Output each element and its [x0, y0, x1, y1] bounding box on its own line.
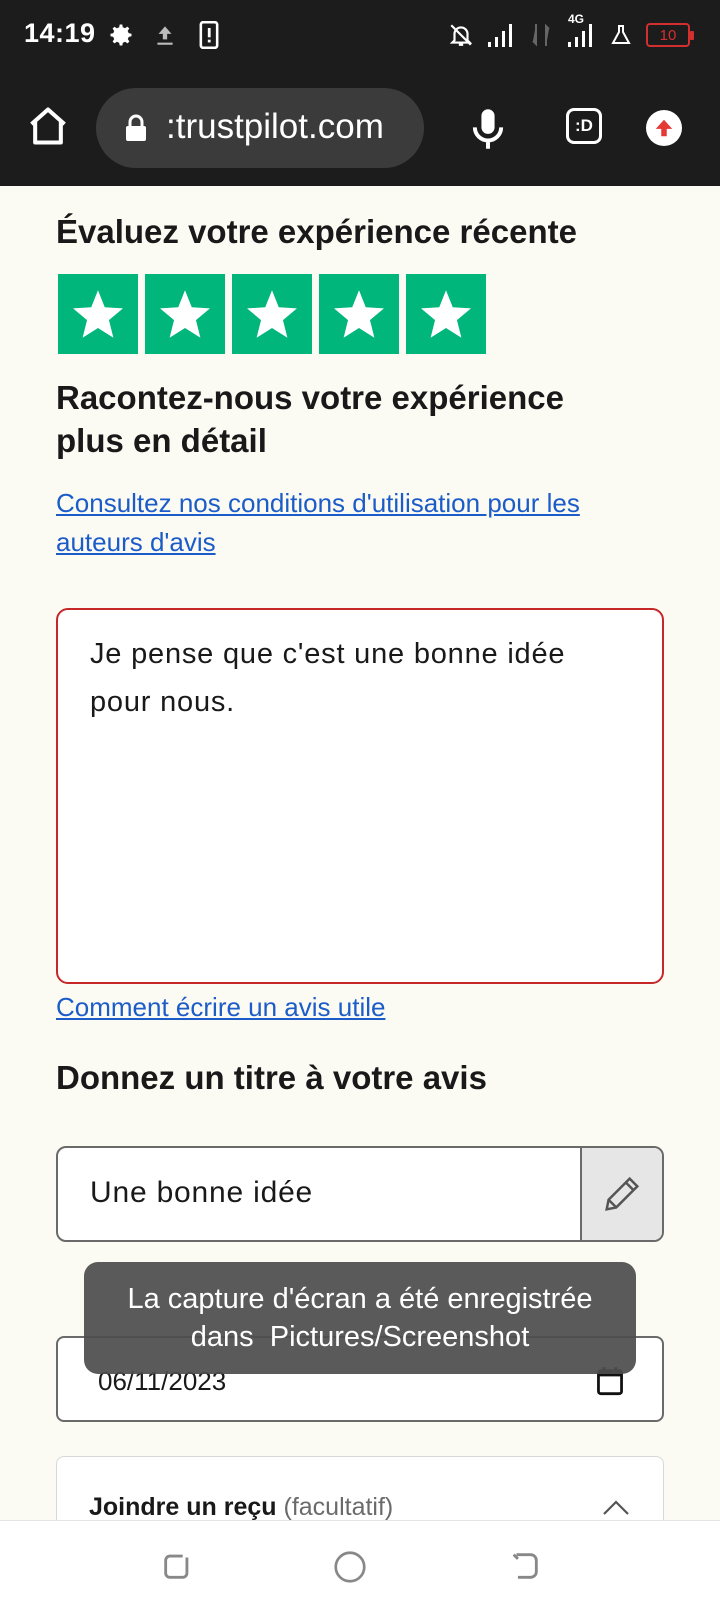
star-rating[interactable] [58, 274, 486, 354]
bell-off-icon [446, 20, 476, 50]
receipt-optional: (facultatif) [283, 1493, 394, 1520]
screenshot-toast: La capture d'écran a été enregistrée dan… [84, 1262, 636, 1374]
star-4[interactable] [319, 274, 399, 354]
receipt-section[interactable]: Joindre un reçu (facultatif) [56, 1456, 664, 1520]
terms-link[interactable]: Consultez nos conditions d'utilisation p… [56, 484, 580, 562]
url-bar[interactable]: :trustpilot.com [96, 88, 424, 168]
star-icon [160, 290, 210, 338]
detail-heading-line1: Racontez-nous votre expérience [56, 379, 564, 416]
home-icon[interactable] [26, 104, 70, 148]
upload-arrow-icon[interactable] [646, 110, 682, 146]
battery-indicator: 10 [646, 23, 694, 47]
status-time: 14:19 [24, 18, 96, 48]
extension-button[interactable]: :D [566, 108, 602, 144]
review-textarea[interactable]: Je pense que c'est une bonne idée pour n… [56, 608, 664, 984]
gear-icon [106, 20, 136, 50]
star-2[interactable] [145, 274, 225, 354]
star-icon [73, 290, 123, 338]
pencil-icon[interactable] [580, 1148, 662, 1240]
4g-signal-icon: 4G [566, 12, 596, 50]
home-nav-icon[interactable] [332, 1549, 372, 1589]
recent-apps-icon[interactable] [160, 1549, 200, 1589]
star-icon [421, 290, 471, 338]
signal-icon [486, 20, 516, 50]
detail-heading-line2: plus en détail [56, 422, 267, 459]
battery-level: 10 [659, 26, 677, 44]
upload-icon [150, 20, 180, 50]
data-arrows-icon [526, 20, 556, 50]
toast-line2: dans Pictures/Screenshot [190, 1321, 530, 1353]
flask-icon [606, 20, 636, 50]
title-input[interactable]: Une bonne idée [56, 1146, 664, 1242]
rate-heading: Évaluez votre expérience récente [56, 213, 577, 250]
lock-icon [124, 114, 148, 142]
navigation-bar [0, 1520, 720, 1612]
star-icon [247, 290, 297, 338]
receipt-title: Joindre un reçu [89, 1493, 277, 1520]
title-value: Une bonne idée [90, 1176, 314, 1209]
phone-screen-icon [194, 20, 224, 50]
star-icon [334, 290, 384, 338]
star-1[interactable] [58, 274, 138, 354]
help-link[interactable]: Comment écrire un avis utile [56, 988, 385, 1027]
chevron-up-icon[interactable] [601, 1497, 631, 1517]
star-3[interactable] [232, 274, 312, 354]
terms-link-line1: Consultez nos conditions d'utilisation p… [56, 488, 580, 518]
terms-link-line2: auteurs d'avis [56, 527, 216, 557]
receipt-label: Joindre un reçu (facultatif) [89, 1493, 393, 1520]
detail-heading: Racontez-nous votre expérience plus en d… [56, 376, 564, 462]
title-heading: Donnez un titre à votre avis [56, 1059, 487, 1096]
microphone-icon[interactable] [468, 106, 508, 150]
star-5[interactable] [406, 274, 486, 354]
network-label: 4G [568, 12, 585, 26]
url-text: :trustpilot.com [166, 107, 384, 146]
browser-toolbar: :trustpilot.com :D [0, 70, 720, 186]
status-bar: 14:19 4G 10 [0, 0, 720, 70]
toast-line1: La capture d'écran a été enregistrée [127, 1283, 593, 1315]
back-icon[interactable] [508, 1549, 548, 1589]
